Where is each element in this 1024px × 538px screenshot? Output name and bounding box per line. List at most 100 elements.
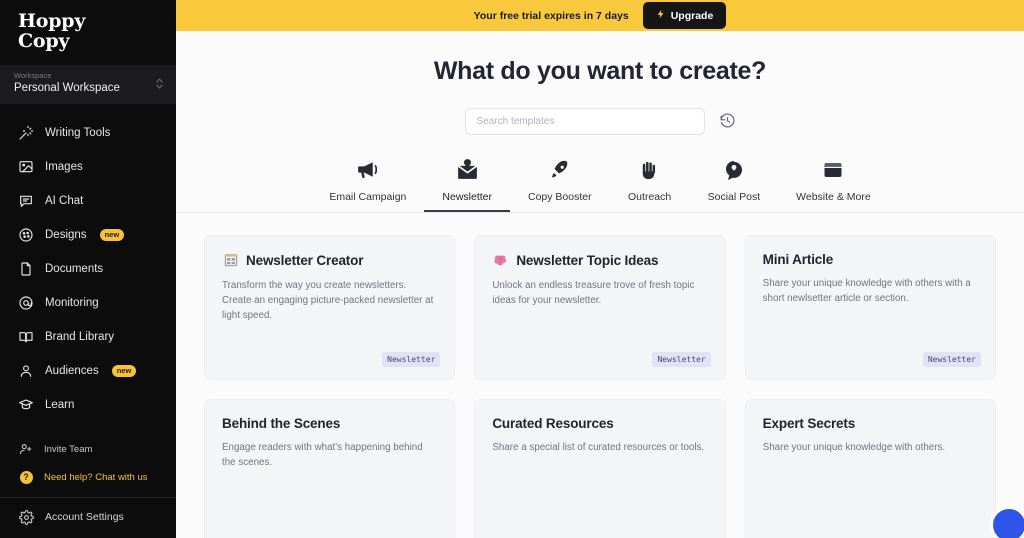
tab-social-post[interactable]: Social Post	[690, 156, 779, 212]
sidebar-item-brand-library[interactable]: Brand Library	[0, 320, 176, 354]
trial-banner: Your free trial expires in 7 days Upgrad…	[176, 0, 1024, 31]
tab-email-campaign[interactable]: Email Campaign	[311, 156, 424, 212]
sidebar-item-label: Documents	[45, 263, 104, 275]
help-chat-label: Need help? Chat with us	[44, 471, 148, 483]
brain-icon	[492, 252, 509, 269]
book-icon	[17, 328, 35, 346]
search-input[interactable]	[464, 108, 705, 135]
card-description: Share your unique knowledge with others …	[762, 277, 971, 304]
sidebar-item-documents[interactable]: Documents	[0, 252, 176, 286]
logo-line-2: Copy	[18, 30, 70, 52]
lightning-bolt-icon	[656, 8, 666, 23]
sidebar-item-learn[interactable]: Learn	[0, 388, 176, 422]
card-title: Expert Secrets	[762, 415, 856, 431]
tab-website-more[interactable]: Website & More	[778, 156, 889, 212]
sidebar-item-label: Writing Tools	[45, 127, 111, 139]
card-description: Transform the way you create newsletters…	[222, 279, 434, 321]
speech-bubble-icon	[722, 156, 746, 182]
search-row	[176, 108, 1024, 135]
tab-label: Newsletter	[442, 191, 492, 203]
template-grid: Newsletter Creator Transform the way you…	[204, 234, 996, 538]
tab-copy-booster[interactable]: Copy Booster	[510, 156, 610, 212]
template-card-newsletter-creator[interactable]: Newsletter Creator Transform the way you…	[204, 234, 456, 380]
upgrade-label: Upgrade	[670, 9, 714, 22]
invite-team-button[interactable]: Invite Team	[0, 435, 176, 463]
chat-bubble-icon	[17, 192, 35, 210]
template-card-expert-secrets[interactable]: Expert Secrets Share your unique knowled…	[744, 398, 996, 538]
app-logo[interactable]: Hoppy Copy	[0, 0, 176, 61]
sidebar-item-label: Monitoring	[45, 297, 99, 309]
sidebar-item-monitoring[interactable]: Monitoring	[0, 286, 176, 320]
card-description: Unlock an endless treasure trove of fres…	[492, 279, 695, 306]
newspaper-icon	[222, 252, 239, 269]
magic-wand-icon	[17, 124, 35, 142]
sidebar-item-designs[interactable]: Designs new	[0, 218, 176, 252]
card-title: Newsletter Creator	[246, 252, 364, 268]
graduation-cap-icon	[17, 396, 35, 414]
card-title: Mini Article	[762, 251, 834, 267]
sidebar-item-ai-chat[interactable]: AI Chat	[0, 184, 176, 218]
tab-label: Website & More	[796, 191, 871, 203]
history-clock-icon	[719, 112, 736, 132]
main-content: Your free trial expires in 7 days Upgrad…	[176, 0, 1024, 538]
account-settings-button[interactable]: Account Settings	[0, 498, 176, 538]
at-sign-icon	[17, 294, 35, 312]
workspace-name: Personal Workspace	[14, 82, 120, 94]
envelope-heart-icon	[455, 156, 480, 182]
app-root: Hoppy Copy Workspace Personal Workspace	[0, 0, 1024, 538]
history-button[interactable]	[719, 112, 736, 132]
sidebar-item-label: Audiences	[45, 365, 99, 377]
tab-label: Email Campaign	[329, 191, 407, 203]
templates-page: What do you want to create? Search templ…	[176, 31, 1024, 538]
sidebar-item-label: AI Chat	[45, 195, 84, 207]
card-title: Behind the Scenes	[222, 415, 341, 431]
page-title: What do you want to create?	[433, 57, 767, 85]
waving-hand-icon	[638, 156, 661, 182]
document-icon	[17, 260, 35, 278]
sidebar-item-images[interactable]: Images	[0, 150, 176, 184]
help-chat-button[interactable]: ? Need help? Chat with us	[0, 463, 176, 491]
sidebar-item-label: Images	[45, 161, 83, 173]
hero-section: What do you want to create?	[176, 31, 1024, 135]
sidebar-item-audiences[interactable]: Audiences new	[0, 354, 176, 388]
user-plus-icon	[17, 440, 35, 458]
workspace-label: Workspace	[14, 71, 52, 80]
sidebar-item-label: Brand Library	[45, 331, 115, 343]
template-card-mini-article[interactable]: Mini Article Share your unique knowledge…	[744, 234, 996, 380]
card-description: Share your unique knowledge with others.	[762, 441, 946, 453]
tab-label: Social Post	[707, 191, 761, 203]
template-card-curated-resources[interactable]: Curated Resources Share a special list o…	[474, 398, 726, 538]
chevron-up-down-icon	[155, 77, 164, 90]
sidebar-nav: Writing Tools Images AI Chat Designs new…	[0, 116, 176, 422]
sidebar: Hoppy Copy Workspace Personal Workspace	[0, 0, 176, 538]
template-card-newsletter-topic-ideas[interactable]: Newsletter Topic Ideas Unlock an endless…	[474, 234, 726, 380]
card-tag: Newsletter	[922, 351, 981, 367]
template-card-behind-the-scenes[interactable]: Behind the Scenes Engage readers with wh…	[204, 398, 456, 538]
tab-label: Outreach	[628, 191, 672, 203]
card-description: Engage readers with what's happening beh…	[222, 441, 423, 468]
sidebar-item-label: Designs	[45, 229, 87, 241]
sidebar-item-writing-tools[interactable]: Writing Tools	[0, 116, 176, 150]
chat-support-button[interactable]	[990, 506, 1024, 538]
upgrade-button[interactable]: Upgrade	[642, 2, 727, 29]
tab-newsletter[interactable]: Newsletter	[424, 156, 510, 212]
tab-outreach[interactable]: Outreach	[610, 156, 690, 212]
workspace-switcher[interactable]: Workspace Personal Workspace	[0, 65, 176, 104]
trial-message: Your free trial expires in 7 days	[473, 9, 629, 22]
user-icon	[17, 362, 35, 380]
category-tabs: Email Campaign Newsletter Copy Booster O…	[176, 156, 1024, 212]
new-badge: new	[111, 364, 137, 378]
rocket-icon	[548, 156, 572, 182]
card-title: Curated Resources	[492, 415, 614, 431]
logo-line-1: Hoppy	[18, 10, 86, 32]
megaphone-icon	[355, 156, 380, 182]
image-icon	[17, 158, 35, 176]
sidebar-footer: Invite Team ? Need help? Chat with us Ac…	[0, 435, 176, 538]
new-badge: new	[99, 228, 125, 242]
template-grid-wrapper: Newsletter Creator Transform the way you…	[176, 212, 1024, 538]
invite-team-label: Invite Team	[44, 443, 93, 455]
palette-icon	[17, 226, 35, 244]
gear-icon	[17, 508, 35, 526]
question-circle-icon: ?	[17, 468, 35, 486]
card-tag: Newsletter	[382, 351, 441, 367]
